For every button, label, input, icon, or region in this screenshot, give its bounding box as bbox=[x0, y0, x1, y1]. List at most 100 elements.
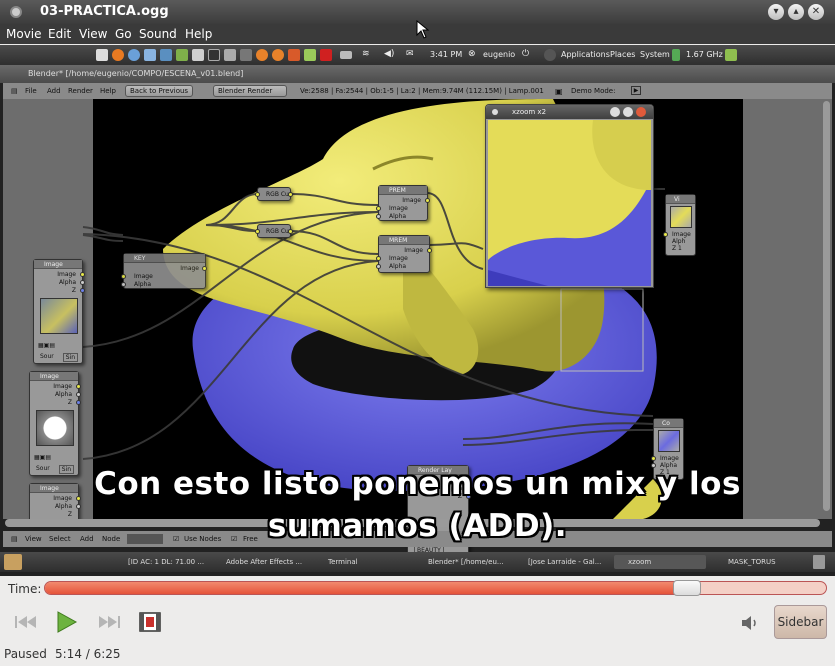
panel-menu-system[interactable]: System bbox=[640, 50, 670, 59]
cpu-meter-icon bbox=[672, 49, 680, 61]
task-item[interactable]: [Jose Larraide - Gal... bbox=[514, 555, 601, 569]
gimp-icon bbox=[288, 49, 300, 61]
menu-sound[interactable]: Sound bbox=[139, 27, 177, 41]
terminal-icon bbox=[96, 49, 108, 61]
blender-menu-help[interactable]: Help bbox=[100, 87, 116, 95]
video-area[interactable]: ≋ ◀) ✉ 3:41 PM ⊗ eugenio ⏻ Applications … bbox=[0, 45, 835, 576]
vertical-scrollbar[interactable] bbox=[823, 101, 830, 511]
maximize-button[interactable]: ▴ bbox=[788, 4, 804, 20]
subtitle-line-1: Con esto listo ponemos un mix y los bbox=[94, 466, 741, 502]
key-node[interactable]: KEY Image Image Alpha bbox=[121, 253, 207, 289]
output-socket[interactable] bbox=[76, 384, 81, 389]
xzoom-window[interactable]: xzoom x2 bbox=[485, 104, 654, 288]
menu-view[interactable]: View bbox=[79, 27, 107, 41]
rgb-curves-node-1[interactable]: RGB Cu bbox=[255, 187, 293, 201]
volume-icon[interactable] bbox=[740, 615, 762, 631]
output-socket[interactable] bbox=[76, 392, 81, 397]
socket-label-image: Image bbox=[389, 255, 408, 262]
xzoom-maximize-icon[interactable] bbox=[623, 107, 633, 117]
output-socket[interactable] bbox=[202, 266, 207, 271]
output-socket[interactable] bbox=[80, 272, 85, 277]
gnome-panel: ≋ ◀) ✉ 3:41 PM ⊗ eugenio ⏻ Applications … bbox=[0, 45, 835, 65]
panel-menu-applications[interactable]: Applications bbox=[561, 50, 610, 59]
trash-icon[interactable] bbox=[813, 555, 825, 569]
back-to-previous-button[interactable]: Back to Previous bbox=[125, 85, 194, 97]
input-socket[interactable] bbox=[376, 206, 381, 211]
panel-menu-places[interactable]: Places bbox=[610, 50, 635, 59]
seek-bar[interactable] bbox=[44, 580, 827, 596]
socket-label-z: Z 1 bbox=[672, 245, 682, 252]
task-item[interactable]: MASK_TORUS bbox=[714, 555, 776, 569]
xzoom-close-icon[interactable] bbox=[636, 107, 646, 117]
output-socket[interactable] bbox=[425, 198, 430, 203]
socket-label-alpha: Alpha bbox=[389, 213, 407, 220]
task-item[interactable]: Blender* [/home/eu... bbox=[414, 555, 504, 569]
menubar: Movie Edit View Go Sound Help bbox=[0, 20, 835, 44]
output-socket[interactable] bbox=[427, 248, 432, 253]
output-socket[interactable] bbox=[80, 280, 85, 285]
node-title: KEY bbox=[124, 254, 205, 263]
close-button[interactable]: ✕ bbox=[808, 4, 824, 20]
viewer-node[interactable]: Vi Image Alph Z 1 bbox=[663, 194, 696, 256]
premul-node[interactable]: PREM Image Image Alpha bbox=[376, 185, 430, 221]
rgb-curves-node-2[interactable]: RGB Cu bbox=[255, 224, 293, 238]
input-socket[interactable] bbox=[121, 282, 126, 287]
seek-handle[interactable] bbox=[672, 580, 701, 596]
render-engine-select[interactable]: Blender Render bbox=[213, 85, 287, 97]
node-editor[interactable]: Image Image Alpha Z ▦▣▤ Sour Sin Image I… bbox=[3, 99, 832, 555]
output-socket[interactable] bbox=[80, 288, 85, 293]
menu-movie[interactable]: Movie bbox=[6, 27, 42, 41]
mrem-node[interactable]: MREM Image Image Alpha bbox=[376, 235, 432, 273]
menu-edit[interactable]: Edit bbox=[48, 27, 71, 41]
source-select[interactable]: Sin bbox=[62, 353, 78, 362]
minimize-button[interactable]: ▾ bbox=[768, 4, 784, 20]
input-socket[interactable] bbox=[376, 264, 381, 269]
subtitle-line-2: sumamos (ADD). bbox=[267, 508, 568, 544]
socket-label-alpha: Alpha bbox=[54, 391, 72, 398]
blender-editor-menu-icon[interactable]: ▤ bbox=[11, 87, 18, 95]
image-buttons-icon[interactable]: ▦▣▤ bbox=[38, 342, 55, 349]
xzoom-minimize-icon[interactable] bbox=[610, 107, 620, 117]
window-title: 03-PRACTICA.ogg bbox=[40, 4, 169, 19]
xzoom-menu-icon[interactable] bbox=[492, 109, 498, 115]
task-item[interactable]: [ID AC: 1 DL: 71.00 ... bbox=[114, 555, 204, 569]
input-socket[interactable] bbox=[663, 232, 668, 237]
output-socket[interactable] bbox=[76, 400, 81, 405]
blender-menu-add[interactable]: Add bbox=[47, 87, 61, 95]
task-item-active[interactable]: xzoom bbox=[614, 555, 706, 569]
blender-menu-render[interactable]: Render bbox=[68, 87, 93, 95]
play-demo-icon[interactable]: ▶ bbox=[631, 86, 641, 95]
output-socket[interactable] bbox=[288, 192, 293, 197]
play-icon[interactable] bbox=[55, 610, 79, 634]
menu-go[interactable]: Go bbox=[115, 27, 132, 41]
task-item[interactable]: Terminal bbox=[314, 555, 358, 569]
image-node-2[interactable]: Image Image Alpha Z ▦▣▤ Sour Sin bbox=[29, 371, 81, 476]
blender-header: ▤ File Add Render Help Back to Previous … bbox=[3, 83, 832, 99]
input-socket[interactable] bbox=[651, 456, 656, 461]
socket-label-z: Z bbox=[71, 287, 76, 294]
camera-icon bbox=[208, 49, 220, 61]
task-item[interactable]: Adobe After Effects ... bbox=[212, 555, 302, 569]
input-socket[interactable] bbox=[376, 214, 381, 219]
input-socket[interactable] bbox=[255, 192, 260, 197]
previous-icon[interactable] bbox=[14, 614, 38, 630]
screen-icon[interactable]: ▣ bbox=[555, 87, 563, 96]
next-icon[interactable] bbox=[97, 614, 121, 630]
image-node-1[interactable]: Image Image Alpha Z ▦▣▤ Sour Sin bbox=[33, 259, 85, 364]
input-socket[interactable] bbox=[376, 256, 381, 261]
input-socket[interactable] bbox=[255, 229, 260, 234]
blender-menu-file[interactable]: File bbox=[25, 87, 37, 95]
input-socket[interactable] bbox=[121, 274, 126, 279]
sidebar-button[interactable]: Sidebar bbox=[774, 605, 827, 639]
power-icon: ⏻ bbox=[522, 49, 530, 59]
fullscreen-film-icon[interactable] bbox=[139, 612, 161, 632]
output-socket[interactable] bbox=[288, 229, 293, 234]
socket-label-image: Image bbox=[672, 231, 691, 238]
mask-thumbnail bbox=[36, 410, 74, 446]
show-desktop-icon[interactable] bbox=[4, 554, 22, 570]
socket-label-image: Image bbox=[660, 455, 679, 462]
socket-label-z: Z bbox=[67, 399, 72, 406]
blender-window-title: Blender* [/home/eugenio/COMPO/ESCENA_v01… bbox=[28, 69, 244, 78]
image-buttons-icon[interactable]: ▦▣▤ bbox=[34, 454, 51, 461]
menu-help[interactable]: Help bbox=[185, 27, 212, 41]
